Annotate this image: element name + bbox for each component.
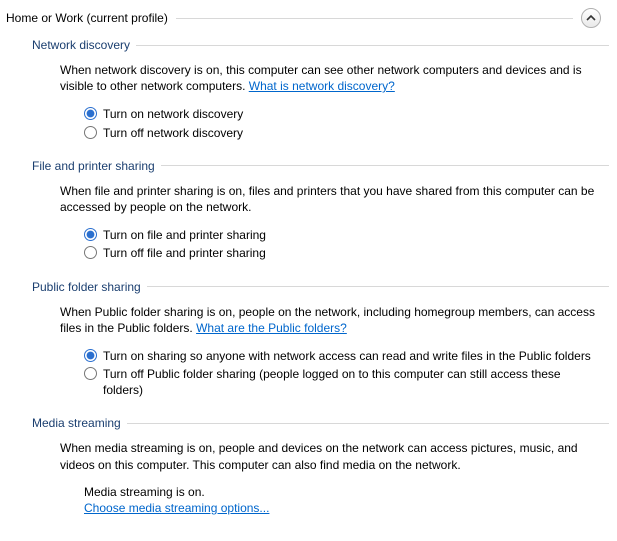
section-public-folder-sharing: Public folder sharing When Public folder… xyxy=(32,280,609,399)
what-are-public-folders-link[interactable]: What are the Public folders? xyxy=(196,321,347,335)
radio-option-off[interactable]: Turn off Public folder sharing (people l… xyxy=(84,366,597,398)
radio-input[interactable] xyxy=(84,126,97,139)
section-description: When network discovery is on, this compu… xyxy=(60,62,597,94)
radio-input[interactable] xyxy=(84,228,97,241)
media-status-text: Media streaming is on. xyxy=(84,485,597,499)
chevron-up-icon xyxy=(586,13,596,23)
choose-media-streaming-options-link[interactable]: Choose media streaming options... xyxy=(84,501,269,515)
divider xyxy=(136,45,609,46)
radio-label[interactable]: Turn on sharing so anyone with network a… xyxy=(103,348,591,364)
section-body: When Public folder sharing is on, people… xyxy=(60,304,597,399)
radio-input[interactable] xyxy=(84,246,97,259)
section-header: Media streaming xyxy=(32,416,609,430)
radio-option-off[interactable]: Turn off file and printer sharing xyxy=(84,245,597,261)
radio-label[interactable]: Turn on network discovery xyxy=(103,106,243,122)
section-media-streaming: Media streaming When media streaming is … xyxy=(32,416,609,514)
collapse-button[interactable] xyxy=(581,8,601,28)
section-title: File and printer sharing xyxy=(32,159,161,173)
section-body: When network discovery is on, this compu… xyxy=(60,62,597,141)
radio-option-on[interactable]: Turn on network discovery xyxy=(84,106,597,122)
divider xyxy=(176,18,573,19)
section-title: Public folder sharing xyxy=(32,280,147,294)
radio-group: Turn on sharing so anyone with network a… xyxy=(84,348,597,399)
profile-title: Home or Work (current profile) xyxy=(4,11,168,25)
section-description: When Public folder sharing is on, people… xyxy=(60,304,597,336)
section-title: Network discovery xyxy=(32,38,136,52)
section-description: When media streaming is on, people and d… xyxy=(60,440,597,472)
divider xyxy=(161,165,609,166)
section-body: When file and printer sharing is on, fil… xyxy=(60,183,597,262)
section-header: File and printer sharing xyxy=(32,159,609,173)
divider xyxy=(147,286,609,287)
radio-label[interactable]: Turn off Public folder sharing (people l… xyxy=(103,366,597,398)
section-title: Media streaming xyxy=(32,416,127,430)
divider xyxy=(127,423,609,424)
radio-option-on[interactable]: Turn on file and printer sharing xyxy=(84,227,597,243)
section-network-discovery: Network discovery When network discovery… xyxy=(32,38,609,141)
radio-option-on[interactable]: Turn on sharing so anyone with network a… xyxy=(84,348,597,364)
radio-group: Turn on file and printer sharing Turn of… xyxy=(84,227,597,261)
what-is-network-discovery-link[interactable]: What is network discovery? xyxy=(249,79,395,93)
section-file-printer-sharing: File and printer sharing When file and p… xyxy=(32,159,609,262)
media-status-block: Media streaming is on. Choose media stre… xyxy=(84,485,597,515)
radio-label[interactable]: Turn on file and printer sharing xyxy=(103,227,266,243)
radio-label[interactable]: Turn off network discovery xyxy=(103,125,243,141)
radio-option-off[interactable]: Turn off network discovery xyxy=(84,125,597,141)
profile-header: Home or Work (current profile) xyxy=(4,8,609,28)
radio-input[interactable] xyxy=(84,367,97,380)
radio-label[interactable]: Turn off file and printer sharing xyxy=(103,245,266,261)
radio-group: Turn on network discovery Turn off netwo… xyxy=(84,106,597,140)
radio-input[interactable] xyxy=(84,349,97,362)
section-header: Network discovery xyxy=(32,38,609,52)
radio-input[interactable] xyxy=(84,107,97,120)
section-header: Public folder sharing xyxy=(32,280,609,294)
section-body: When media streaming is on, people and d… xyxy=(60,440,597,514)
section-description: When file and printer sharing is on, fil… xyxy=(60,183,597,215)
